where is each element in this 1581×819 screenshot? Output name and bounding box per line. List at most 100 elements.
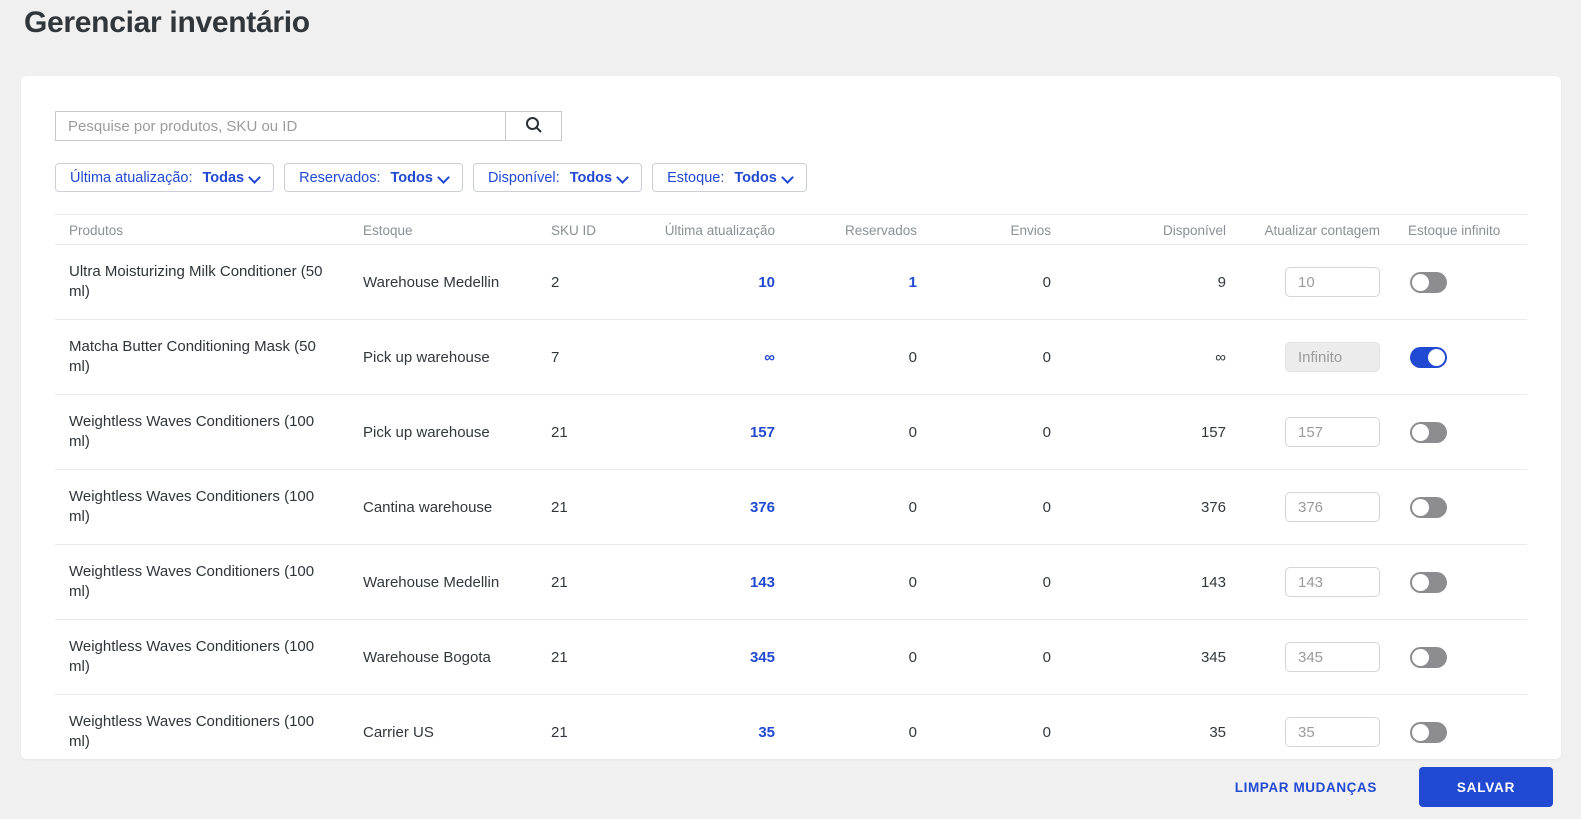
last-update-link[interactable]: ∞ <box>764 349 775 366</box>
search-input[interactable] <box>55 111 505 141</box>
available-value: 35 <box>1209 723 1226 741</box>
toggle-knob <box>1428 348 1445 366</box>
toggle-knob <box>1412 723 1429 741</box>
count-input[interactable] <box>1285 342 1380 372</box>
header-reserved: Reservados <box>844 222 917 238</box>
last-update-link[interactable]: 376 <box>750 499 775 516</box>
chevron-down-icon <box>439 171 448 180</box>
toggle-knob <box>1412 273 1429 291</box>
infinite-stock-toggle[interactable] <box>1410 646 1447 668</box>
count-input[interactable] <box>1285 267 1380 297</box>
available-value: 143 <box>1200 573 1226 591</box>
toggle-knob <box>1412 423 1429 441</box>
warehouse-name: Pick up warehouse <box>363 348 490 366</box>
filter-last-update[interactable]: Última atualização: Todas <box>55 163 275 192</box>
shipments-value: 0 <box>1042 348 1051 366</box>
infinite-stock-toggle[interactable] <box>1410 571 1447 593</box>
filter-value: Todas <box>202 169 245 186</box>
reserved-value: 0 <box>908 498 917 516</box>
table-row: Weightless Waves Conditioners (100 ml) C… <box>55 695 1527 759</box>
reserved-value[interactable]: 1 <box>909 274 917 291</box>
toggle-knob <box>1412 573 1429 591</box>
page-title: Gerenciar inventário <box>24 6 310 39</box>
table-row: Ultra Moisturizing Milk Conditioner (50 … <box>55 245 1527 320</box>
reserved-value: 0 <box>908 723 917 741</box>
shipments-value: 0 <box>1042 648 1051 666</box>
infinite-stock-toggle[interactable] <box>1410 271 1447 293</box>
filter-label: Disponível: <box>487 169 560 186</box>
warehouse-name: Carrier US <box>363 723 434 741</box>
table-row: Weightless Waves Conditioners (100 ml) W… <box>55 545 1527 620</box>
last-update-link[interactable]: 143 <box>750 574 775 591</box>
footer-actions: LIMPAR MUDANÇAS SALVAR <box>0 767 1553 807</box>
table-header-row: Produtos Estoque SKU ID Última atualizaç… <box>55 214 1527 245</box>
product-name: Matcha Butter Conditioning Mask (50 ml) <box>69 337 316 375</box>
chevron-down-icon <box>618 171 627 180</box>
clear-changes-button[interactable]: LIMPAR MUDANÇAS <box>1235 780 1377 795</box>
header-sku-id: SKU ID <box>551 222 597 238</box>
warehouse-name: Warehouse Bogota <box>363 648 491 666</box>
sku-id-value: 21 <box>551 723 568 741</box>
header-shipments: Envios <box>1010 222 1051 238</box>
search-icon <box>525 116 543 137</box>
infinite-stock-toggle[interactable] <box>1410 721 1447 743</box>
filter-reserved[interactable]: Reservados: Todos <box>284 163 463 192</box>
infinite-stock-toggle[interactable] <box>1410 421 1447 443</box>
filter-value: Todos <box>569 169 613 186</box>
product-name: Weightless Waves Conditioners (100 ml) <box>69 637 315 675</box>
table-row: Matcha Butter Conditioning Mask (50 ml) … <box>55 320 1527 395</box>
search-bar <box>55 111 1527 141</box>
header-infinite-stock: Estoque infinito <box>1408 222 1501 238</box>
count-input[interactable] <box>1285 417 1380 447</box>
sku-id-value: 21 <box>551 423 568 441</box>
last-update-link[interactable]: 345 <box>750 649 775 666</box>
product-name: Weightless Waves Conditioners (100 ml) <box>69 712 315 750</box>
filter-label: Estoque: <box>667 169 725 186</box>
toggle-knob <box>1412 648 1429 666</box>
header-stock: Estoque <box>363 222 413 238</box>
count-input[interactable] <box>1285 717 1380 747</box>
table-body: Ultra Moisturizing Milk Conditioner (50 … <box>55 245 1527 759</box>
count-input[interactable] <box>1285 642 1380 672</box>
infinite-stock-toggle[interactable] <box>1410 496 1447 518</box>
last-update-link[interactable]: 35 <box>758 724 775 741</box>
reserved-value: 0 <box>908 648 917 666</box>
available-value: 9 <box>1217 273 1226 291</box>
save-button[interactable]: SALVAR <box>1419 767 1553 807</box>
reserved-value: 0 <box>908 348 917 366</box>
shipments-value: 0 <box>1042 723 1051 741</box>
sku-id-value: 21 <box>551 498 568 516</box>
sku-id-value: 21 <box>551 573 568 591</box>
product-name: Weightless Waves Conditioners (100 ml) <box>69 487 315 525</box>
search-button[interactable] <box>505 111 562 141</box>
warehouse-name: Warehouse Medellin <box>363 273 500 291</box>
last-update-link[interactable]: 10 <box>758 274 775 291</box>
available-value: 345 <box>1200 648 1226 666</box>
filter-value: Todos <box>734 169 777 186</box>
shipments-value: 0 <box>1042 273 1051 291</box>
inventory-card: Última atualização: Todas Reservados: Todo… <box>21 76 1561 759</box>
infinite-stock-toggle[interactable] <box>1410 346 1447 368</box>
sku-id-value: 21 <box>551 648 568 666</box>
count-input[interactable] <box>1285 567 1380 597</box>
product-name: Weightless Waves Conditioners (100 ml) <box>69 412 315 450</box>
filter-available[interactable]: Disponível: Todos <box>472 163 643 192</box>
shipments-value: 0 <box>1042 573 1051 591</box>
filter-stock[interactable]: Estoque: Todos <box>652 163 807 192</box>
filter-label: Reservados: <box>299 169 381 186</box>
available-value: ∞ <box>1215 348 1226 366</box>
last-update-link[interactable]: 157 <box>750 424 775 441</box>
filter-bar: Última atualização: Todas Reservados: Todo… <box>55 163 1527 192</box>
manage-inventory-page: Gerenciar inventário Última at <box>0 0 1581 819</box>
table-row: Weightless Waves Conditioners (100 ml) P… <box>55 395 1527 470</box>
available-value: 157 <box>1200 423 1226 441</box>
product-name: Weightless Waves Conditioners (100 ml) <box>69 562 315 600</box>
shipments-value: 0 <box>1042 423 1051 441</box>
count-input[interactable] <box>1285 492 1380 522</box>
header-update-count: Atualizar contagem <box>1264 222 1380 238</box>
chevron-down-icon <box>250 171 259 180</box>
sku-id-value: 2 <box>551 273 560 291</box>
table-row: Weightless Waves Conditioners (100 ml) C… <box>55 470 1527 545</box>
available-value: 376 <box>1200 498 1226 516</box>
header-available: Disponível <box>1162 222 1226 238</box>
